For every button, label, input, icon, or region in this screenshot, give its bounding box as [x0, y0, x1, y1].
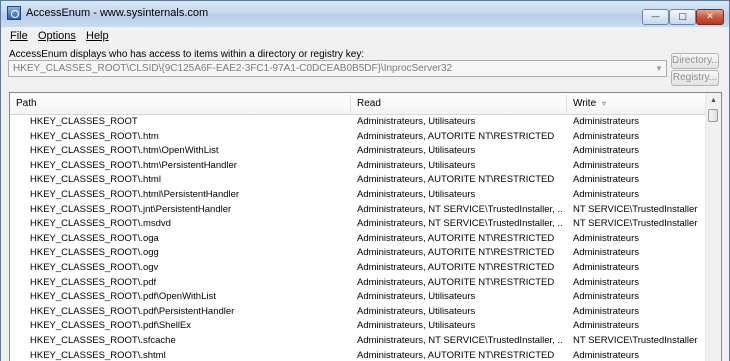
app-window: AccessEnum - www.sysinternals.com — □ ✕ … [0, 0, 730, 361]
cell-read: Administrateurs, AUTORITE NT\RESTRICTED [357, 349, 555, 361]
column-header-write[interactable]: Write ▿ [567, 93, 706, 114]
cell-read: Administrateurs, Utilisateurs [357, 291, 476, 303]
table-body: HKEY_CLASSES_ROOT Administrateurs, Utilis… [10, 115, 706, 361]
cell-write: Administrateurs [573, 145, 639, 157]
path-value: HKEY_CLASSES_ROOT\CLSID\{9C125A6F-EAE2-3… [13, 63, 453, 74]
cell-path: HKEY_CLASSES_ROOT\.pdf\PersistentHandler [30, 305, 235, 317]
cell-read: Administrateurs, AUTORITE NT\RESTRICTED [357, 261, 555, 273]
table-row[interactable]: HKEY_CLASSES_ROOT\.pdf Administrateurs, A… [10, 276, 706, 291]
cell-read: Administrateurs, AUTORITE NT\RESTRICTED [357, 247, 555, 259]
cell-read: Administrateurs, AUTORITE NT\RESTRICTED [357, 276, 555, 288]
column-header-path[interactable]: Path [10, 93, 350, 114]
sort-arrow-icon: ▿ [602, 99, 607, 108]
cell-write: Administrateurs [573, 188, 639, 200]
table-row[interactable]: HKEY_CLASSES_ROOT\.htm\PersistentHandler… [10, 159, 706, 174]
cell-read: Administrateurs, AUTORITE NT\RESTRICTED [357, 174, 555, 186]
table-row[interactable]: HKEY_CLASSES_ROOT\.ogg Administrateurs, A… [10, 246, 706, 261]
cell-read: Administrateurs, Utilisateurs [357, 320, 476, 332]
list-header: Path Read Write ▿ [10, 93, 706, 115]
cell-write: Administrateurs [573, 320, 639, 332]
cell-path: HKEY_CLASSES_ROOT\.jnt\PersistentHandler [30, 203, 232, 215]
cell-write: Administrateurs [573, 276, 639, 288]
cell-path: HKEY_CLASSES_ROOT\.pdf\OpenWithList [30, 291, 216, 303]
description-label: AccessEnum displays who has access to it… [9, 49, 365, 60]
cell-write: Administrateurs [573, 232, 639, 244]
minimize-button[interactable]: — [642, 9, 669, 25]
results-list[interactable]: Path Read Write ▿ HKEY_CLASSES_ROOT Admini… [9, 92, 722, 361]
cell-write: Administrateurs [573, 247, 639, 259]
vertical-scrollbar[interactable]: ▲ [705, 93, 721, 361]
registry-button[interactable]: Registry... [671, 70, 719, 86]
cell-path: HKEY_CLASSES_ROOT\.ogg [30, 247, 159, 259]
cell-write: NT SERVICE\TrustedInstaller [573, 203, 698, 215]
cell-path: HKEY_CLASSES_ROOT\.pdf\ShellEx [30, 320, 192, 332]
table-row[interactable]: HKEY_CLASSES_ROOT\.htm Administrateurs, A… [10, 130, 706, 145]
path-combobox[interactable]: HKEY_CLASSES_ROOT\CLSID\{9C125A6F-EAE2-3… [8, 60, 667, 77]
cell-path: HKEY_CLASSES_ROOT\.pdf [30, 276, 157, 288]
table-row[interactable]: HKEY_CLASSES_ROOT\.pdf\PersistentHandler… [10, 305, 706, 320]
table-row[interactable]: HKEY_CLASSES_ROOT\.pdf\OpenWithList Admin… [10, 290, 706, 305]
cell-read: Administrateurs, AUTORITE NT\RESTRICTED [357, 130, 555, 142]
menu-bar: File Options Help [1, 27, 729, 44]
cell-write: Administrateurs [573, 291, 639, 303]
scroll-thumb[interactable] [708, 109, 718, 122]
table-row[interactable]: HKEY_CLASSES_ROOT Administrateurs, Utilis… [10, 115, 706, 130]
maximize-button[interactable]: □ [669, 9, 696, 25]
cell-path: HKEY_CLASSES_ROOT\.html [30, 174, 161, 186]
cell-write: NT SERVICE\TrustedInstaller [573, 334, 698, 346]
menu-options[interactable]: Options [38, 30, 76, 42]
menu-file[interactable]: File [10, 30, 28, 42]
cell-write: Administrateurs [573, 159, 639, 171]
cell-write: Administrateurs [573, 305, 639, 317]
table-row[interactable]: HKEY_CLASSES_ROOT\.shtml Administrateurs,… [10, 349, 706, 361]
cell-read: Administrateurs, Utilisateurs [357, 159, 476, 171]
table-row[interactable]: HKEY_CLASSES_ROOT\.oga Administrateurs, A… [10, 232, 706, 247]
cell-read: Administrateurs, NT SERVICE\TrustedInsta… [357, 218, 563, 230]
cell-path: HKEY_CLASSES_ROOT\.shtml [30, 349, 166, 361]
title-bar[interactable]: AccessEnum - www.sysinternals.com — □ ✕ [1, 1, 729, 27]
table-row[interactable]: HKEY_CLASSES_ROOT\.msdvd Administrateurs,… [10, 217, 706, 232]
menu-help[interactable]: Help [86, 30, 109, 42]
cell-read: Administrateurs, Utilisateurs [357, 188, 476, 200]
cell-path: HKEY_CLASSES_ROOT\.sfcache [30, 334, 176, 346]
cell-write: Administrateurs [573, 116, 639, 127]
cell-read: Administrateurs, AUTORITE NT\RESTRICTED [357, 232, 555, 244]
table-row[interactable]: HKEY_CLASSES_ROOT\.sfcache Administrateur… [10, 334, 706, 349]
cell-path: HKEY_CLASSES_ROOT\.htm\PersistentHandler [30, 159, 237, 171]
cell-path: HKEY_CLASSES_ROOT\.oga [30, 232, 159, 244]
cell-path: HKEY_CLASSES_ROOT\.htm\OpenWithList [30, 145, 219, 157]
scroll-up-arrow-icon[interactable]: ▲ [706, 93, 721, 108]
cell-read: Administrateurs, NT SERVICE\TrustedInsta… [357, 334, 563, 346]
dropdown-arrow-icon[interactable]: ▼ [652, 61, 666, 76]
table-row[interactable]: HKEY_CLASSES_ROOT\.pdf\ShellEx Administra… [10, 319, 706, 334]
cell-write: Administrateurs [573, 174, 639, 186]
table-row[interactable]: HKEY_CLASSES_ROOT\.html Administrateurs, … [10, 173, 706, 188]
column-header-read[interactable]: Read [351, 93, 566, 114]
table-row[interactable]: HKEY_CLASSES_ROOT\.jnt\PersistentHandler… [10, 203, 706, 218]
cell-path: HKEY_CLASSES_ROOT\.ogv [30, 261, 159, 273]
cell-path: HKEY_CLASSES_ROOT\.html\PersistentHandle… [30, 188, 240, 200]
cell-path: HKEY_CLASSES_ROOT [30, 116, 138, 127]
directory-button[interactable]: Directory... [671, 53, 720, 69]
cell-read: Administrateurs, Utilisateurs [357, 145, 476, 157]
cell-path: HKEY_CLASSES_ROOT\.msdvd [30, 218, 171, 230]
cell-write: NT SERVICE\TrustedInstaller [573, 218, 698, 230]
app-icon [7, 6, 21, 20]
cell-write: Administrateurs [573, 261, 639, 273]
cell-read: Administrateurs, Utilisateurs [357, 305, 476, 317]
cell-path: HKEY_CLASSES_ROOT\.htm [30, 130, 159, 142]
window-title: AccessEnum - www.sysinternals.com [26, 7, 209, 19]
cell-read: Administrateurs, Utilisateurs [357, 116, 476, 127]
table-row[interactable]: HKEY_CLASSES_ROOT\.ogv Administrateurs, A… [10, 261, 706, 276]
table-row[interactable]: HKEY_CLASSES_ROOT\.htm\OpenWithList Admin… [10, 144, 706, 159]
cell-write: Administrateurs [573, 130, 639, 142]
cell-write: Administrateurs [573, 349, 639, 361]
table-row[interactable]: HKEY_CLASSES_ROOT\.html\PersistentHandle… [10, 188, 706, 203]
cell-read: Administrateurs, NT SERVICE\TrustedInsta… [357, 203, 563, 215]
close-button[interactable]: ✕ [696, 9, 724, 25]
